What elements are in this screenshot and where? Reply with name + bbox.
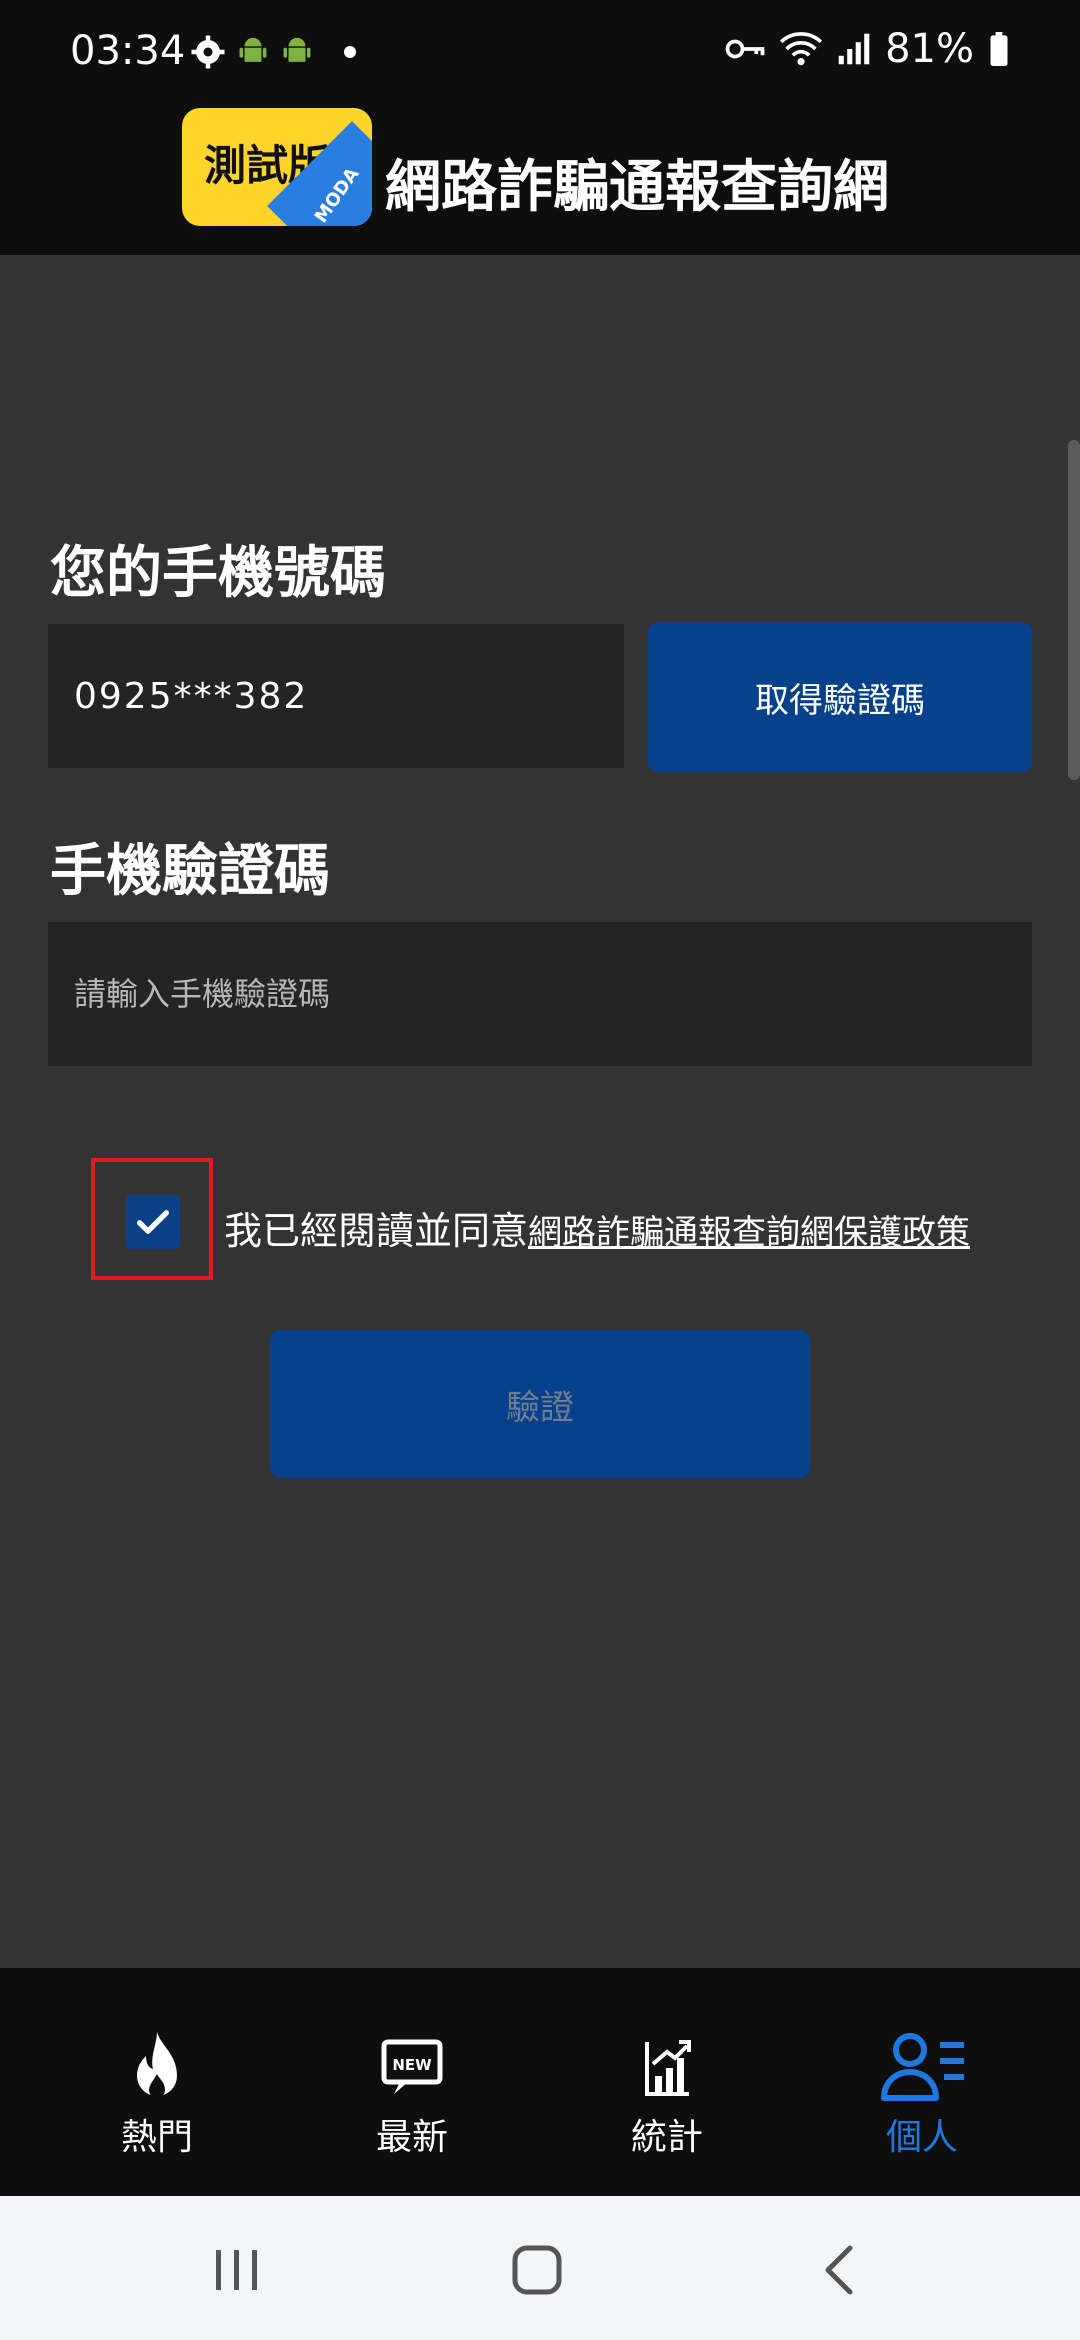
get-code-button[interactable]: 取得驗證碼 — [648, 622, 1032, 772]
nav-item-hot[interactable]: 熱門 — [22, 1968, 292, 2196]
android-icon — [239, 37, 267, 62]
status-bar: 03:34 81% — [0, 0, 1080, 110]
nav-item-personal[interactable]: 個人 — [787, 1968, 1057, 2196]
privacy-policy-link[interactable]: 網路詐騙通報查詢網保護政策 — [528, 1213, 970, 1253]
scrollbar[interactable] — [1068, 440, 1080, 780]
home-icon[interactable] — [497, 2238, 577, 2302]
status-notification-icons — [190, 34, 356, 70]
nav-item-latest[interactable]: NEW 最新 — [277, 1968, 547, 2196]
signal-icon — [838, 33, 870, 65]
phone-label: 您的手機號碼 — [50, 541, 386, 606]
new-icon: NEW — [381, 2039, 443, 2094]
code-label: 手機驗證碼 — [50, 839, 330, 904]
wifi-icon — [780, 32, 823, 66]
nav-label-hot: 熱門 — [120, 2117, 193, 2158]
battery-level: 81% — [885, 26, 974, 72]
user-list-icon — [881, 2033, 964, 2101]
svg-text:NEW: NEW — [392, 2056, 432, 2074]
system-navigation-bar — [0, 2196, 1080, 2340]
phone-number-input[interactable] — [48, 624, 624, 768]
recent-apps-icon[interactable] — [196, 2238, 276, 2302]
consent-checkbox[interactable] — [126, 1195, 180, 1249]
verify-button[interactable]: 驗證 — [270, 1330, 810, 1478]
checkmark-icon — [137, 1210, 169, 1234]
app-title: 網路詐騙通報查詢網 — [385, 155, 889, 220]
nav-label-stats: 統計 — [630, 2117, 703, 2158]
verification-code-input[interactable] — [48, 922, 1032, 1066]
flame-icon — [137, 2032, 177, 2098]
nav-item-stats[interactable]: 統計 — [532, 1968, 802, 2196]
nav-label-latest: 最新 — [375, 2117, 448, 2158]
nav-label-personal: 個人 — [885, 2117, 958, 2158]
notification-dot-icon — [344, 46, 356, 58]
app-logo: 測試版 MODA — [182, 108, 372, 226]
battery-icon — [990, 32, 1008, 66]
consent-text: 我已經閱讀並同意 — [224, 1209, 529, 1253]
vpn-key-icon — [725, 39, 765, 59]
bottom-navigation: 熱門 NEW 最新 統計 個人 — [0, 1968, 1080, 2196]
stats-icon — [645, 2040, 691, 2096]
status-system-icons: 81% — [725, 26, 1010, 72]
settings-icon — [191, 35, 225, 69]
android-icon — [283, 37, 311, 62]
back-icon[interactable] — [800, 2238, 880, 2302]
consent-text-row: 我已經閱讀並同意網路詐騙通報查詢網保護政策 — [224, 1200, 970, 1255]
status-time: 03:34 — [70, 28, 186, 74]
